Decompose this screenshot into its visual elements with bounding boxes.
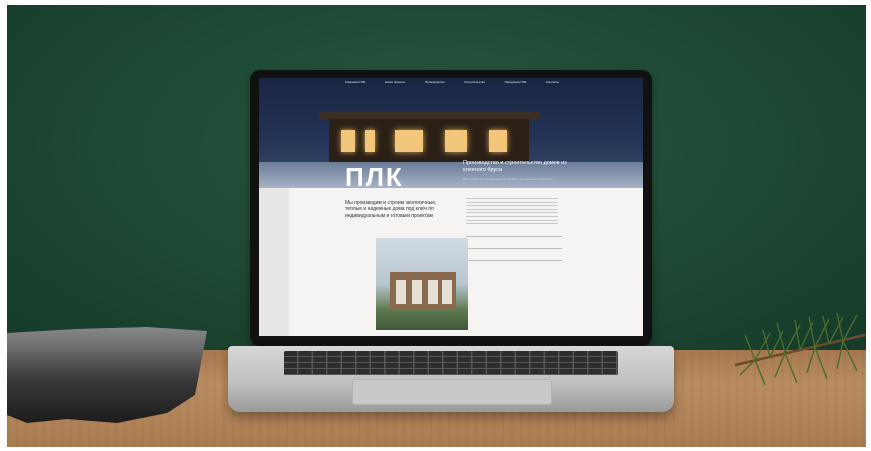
house-window — [395, 130, 423, 152]
site-logo[interactable]: ПЛК — [345, 164, 404, 188]
laptop-display: Компания ПЛК Наши проекты Производство С… — [250, 70, 652, 346]
snow-ground — [259, 162, 643, 188]
nav-item[interactable]: Контакты — [546, 80, 559, 88]
form-field[interactable] — [466, 236, 562, 237]
house-photo — [376, 238, 468, 330]
hero-section: Компания ПЛК Наши проекты Производство С… — [259, 78, 643, 188]
photo-building — [390, 272, 456, 310]
hero-subtitle: Экологичность и натуральные материалы, д… — [463, 177, 553, 181]
keyboard — [284, 351, 618, 375]
laptop-keyboard-base — [228, 346, 674, 412]
trackpad — [352, 379, 552, 405]
pine-branch-icon — [734, 312, 866, 386]
house-window — [489, 130, 507, 152]
site-tagline: Мы производим и строим экологичные, тепл… — [345, 200, 437, 219]
form-field[interactable] — [466, 260, 562, 261]
house-window — [341, 130, 355, 152]
hero-title: Производство и строительство домов из кл… — [463, 160, 567, 173]
nav-item[interactable]: Компания ПЛК — [345, 80, 365, 88]
house-window — [365, 130, 375, 152]
nav-item[interactable]: Производство — [425, 80, 445, 88]
website-screen: Компания ПЛК Наши проекты Производство С… — [259, 78, 643, 336]
house-illustration — [319, 112, 539, 163]
form-field[interactable] — [466, 248, 562, 249]
house-window — [445, 130, 467, 152]
text-block — [466, 198, 558, 227]
content-section: Мы производим и строим экологичные, тепл… — [259, 188, 643, 336]
side-column — [259, 188, 289, 336]
site-nav: Компания ПЛК Наши проекты Производство С… — [259, 80, 643, 88]
nav-item[interactable]: Строительство — [464, 80, 485, 88]
nav-item[interactable]: Продукция ПЛК — [505, 80, 527, 88]
nav-item[interactable]: Наши проекты — [385, 80, 405, 88]
house-roof — [319, 112, 539, 119]
photo-frame: Компания ПЛК Наши проекты Производство С… — [7, 5, 866, 447]
